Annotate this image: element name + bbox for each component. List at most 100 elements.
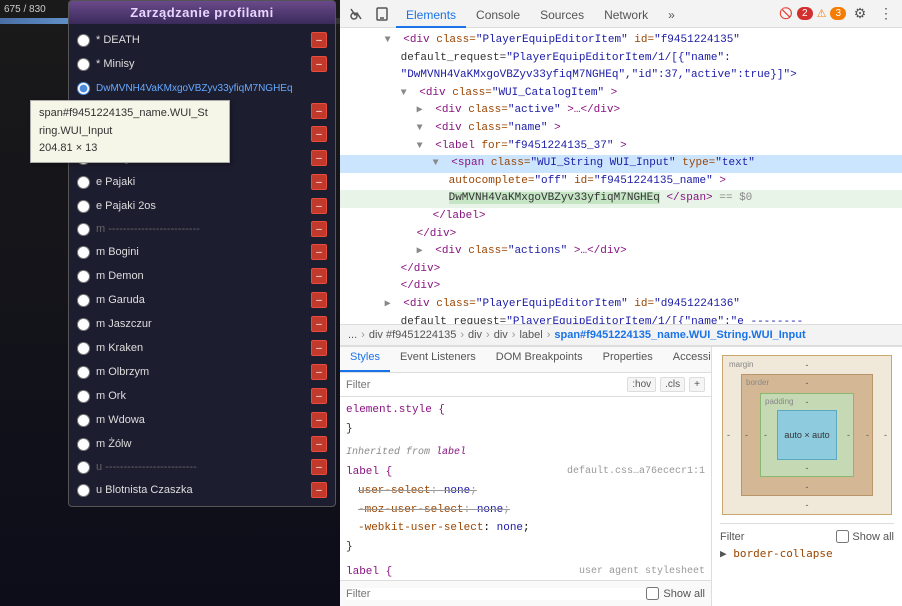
expand-arrow[interactable]: ▶ (417, 244, 427, 260)
tree-line[interactable]: ▼ <div class="PlayerEquipEditorItem" id=… (340, 32, 902, 50)
device-button[interactable] (370, 2, 394, 26)
list-item[interactable]: e Pajaki – (69, 170, 335, 194)
list-item[interactable]: m Wdowa – (69, 408, 335, 432)
profile-radio[interactable] (77, 390, 90, 403)
list-item[interactable]: m Bogini – (69, 240, 335, 264)
profile-radio[interactable] (77, 414, 90, 427)
tab-elements[interactable]: Elements (396, 4, 466, 28)
profile-radio[interactable] (77, 58, 90, 71)
breadcrumb-item[interactable]: div (468, 329, 482, 341)
settings-button[interactable]: ⚙ (848, 2, 872, 26)
tab-network[interactable]: Network (594, 4, 658, 28)
list-item[interactable]: * DEATH – (69, 28, 335, 52)
delete-button[interactable]: – (311, 174, 327, 190)
list-item[interactable]: m Kraken – (69, 336, 335, 360)
styles-filter-input[interactable] (346, 379, 627, 391)
tab-console[interactable]: Console (466, 4, 530, 28)
profile-radio[interactable] (77, 294, 90, 307)
delete-button[interactable]: – (311, 292, 327, 308)
profile-radio[interactable] (77, 34, 90, 47)
list-item[interactable]: DwMVNH4VaKMxgoVBZyv33yfiqM7NGHEq (69, 76, 335, 100)
delete-button[interactable]: – (311, 150, 327, 166)
tree-line[interactable]: ▶ <div class="active" >…</div> (340, 102, 902, 120)
expand-arrow[interactable]: ▼ (417, 121, 427, 137)
tree-line-selected[interactable]: ▼ <span class="WUI_String WUI_Input" typ… (340, 155, 902, 173)
delete-button[interactable]: – (311, 268, 327, 284)
cls-filter-button[interactable]: .cls (660, 377, 685, 392)
show-all-label[interactable]: Show all (836, 530, 894, 543)
expand-arrow[interactable]: ▼ (385, 33, 395, 49)
list-item[interactable]: m Olbrzym – (69, 360, 335, 384)
list-item[interactable]: m Ork – (69, 384, 335, 408)
delete-button[interactable]: – (311, 482, 327, 498)
delete-button[interactable]: – (311, 126, 327, 142)
expand-arrow[interactable]: ▶ (417, 103, 427, 119)
list-item[interactable]: e Pajaki 2os – (69, 194, 335, 218)
tab-properties[interactable]: Properties (593, 347, 663, 372)
profile-radio[interactable] (77, 484, 90, 497)
delete-button[interactable]: – (311, 412, 327, 428)
profile-radio[interactable] (77, 223, 90, 236)
list-item[interactable]: m Żólw – (69, 432, 335, 456)
tab-accessibility[interactable]: Accessibility (663, 347, 712, 372)
inspect-button[interactable] (344, 2, 368, 26)
profile-radio[interactable] (77, 461, 90, 474)
list-item[interactable]: * Minisy – (69, 52, 335, 76)
tree-line[interactable]: </div> (340, 278, 902, 296)
delete-button[interactable]: – (311, 103, 327, 119)
tab-dom-breakpoints[interactable]: DOM Breakpoints (486, 347, 593, 372)
profile-radio[interactable] (77, 176, 90, 189)
delete-button[interactable]: – (311, 221, 327, 237)
tab-more[interactable]: » (658, 4, 685, 28)
delete-button[interactable]: – (311, 388, 327, 404)
tree-line[interactable]: </div> (340, 226, 902, 244)
delete-button[interactable]: – (311, 459, 327, 475)
profile-radio[interactable] (77, 246, 90, 259)
add-style-button[interactable]: + (689, 377, 705, 392)
delete-button[interactable]: – (311, 244, 327, 260)
profile-radio[interactable] (77, 342, 90, 355)
show-all-label[interactable]: Show all (646, 587, 705, 600)
breadcrumb-item[interactable]: div #f9451224135 (369, 329, 456, 341)
tab-styles[interactable]: Styles (340, 347, 390, 372)
tree-line[interactable]: default_request="PlayerEquipEditorItem/1… (340, 50, 902, 68)
breadcrumb-item[interactable]: ... (348, 329, 357, 341)
list-item[interactable]: m Garuda – (69, 288, 335, 312)
list-item[interactable]: m Demon – (69, 264, 335, 288)
expand-arrow[interactable]: ▼ (401, 86, 411, 102)
profile-radio[interactable] (77, 438, 90, 451)
expand-arrow[interactable]: ▼ (433, 156, 443, 172)
list-item[interactable]: m ------------------------- – (69, 218, 335, 240)
tab-sources[interactable]: Sources (530, 4, 594, 28)
delete-button[interactable]: – (311, 436, 327, 452)
tree-line[interactable]: "DwMVNH4VaKMxgoVBZyv33yfiqM7NGHEq","id":… (340, 67, 902, 85)
tree-line[interactable]: ▶ <div class="PlayerEquipEditorItem" id=… (340, 296, 902, 314)
list-item[interactable]: u ------------------------- – (69, 456, 335, 478)
list-item[interactable]: u Blotnista Czaszka – (69, 478, 335, 502)
profile-radio[interactable] (77, 270, 90, 283)
tree-line[interactable]: </div> (340, 261, 902, 279)
breadcrumb-item[interactable]: div (494, 329, 508, 341)
profile-radio[interactable] (77, 318, 90, 331)
breadcrumb-item[interactable]: span#f9451224135_name.WUI_String.WUI_Inp… (554, 329, 805, 341)
html-tree[interactable]: ▼ <div class="PlayerEquipEditorItem" id=… (340, 28, 902, 324)
profile-radio[interactable] (77, 82, 90, 95)
tree-line[interactable]: default_request="PlayerEquipEditorItem/1… (340, 314, 902, 325)
profile-radio[interactable] (77, 200, 90, 213)
bottom-filter-input[interactable] (346, 588, 646, 600)
delete-button[interactable]: – (311, 316, 327, 332)
list-item[interactable]: m Jaszczur – (69, 312, 335, 336)
tree-line[interactable]: ▼ <div class="WUI_CatalogItem" > (340, 85, 902, 103)
expand-arrow[interactable]: ▶ (385, 297, 395, 313)
tab-event-listeners[interactable]: Event Listeners (390, 347, 486, 372)
breadcrumb-item[interactable]: label (519, 329, 542, 341)
delete-button[interactable]: – (311, 56, 327, 72)
tree-line[interactable]: DwMVNH4VaKMxgoVBZyv33yfiqM7NGHEq </span>… (340, 190, 902, 208)
delete-button[interactable]: – (311, 340, 327, 356)
tree-line[interactable]: autocomplete="off" id="f9451224135_name"… (340, 173, 902, 191)
delete-button[interactable]: – (311, 32, 327, 48)
tree-line[interactable]: </label> (340, 208, 902, 226)
tree-line[interactable]: ▼ <label for="f9451224135_37" > (340, 138, 902, 156)
profile-radio[interactable] (77, 366, 90, 379)
show-all-checkbox[interactable] (646, 587, 659, 600)
